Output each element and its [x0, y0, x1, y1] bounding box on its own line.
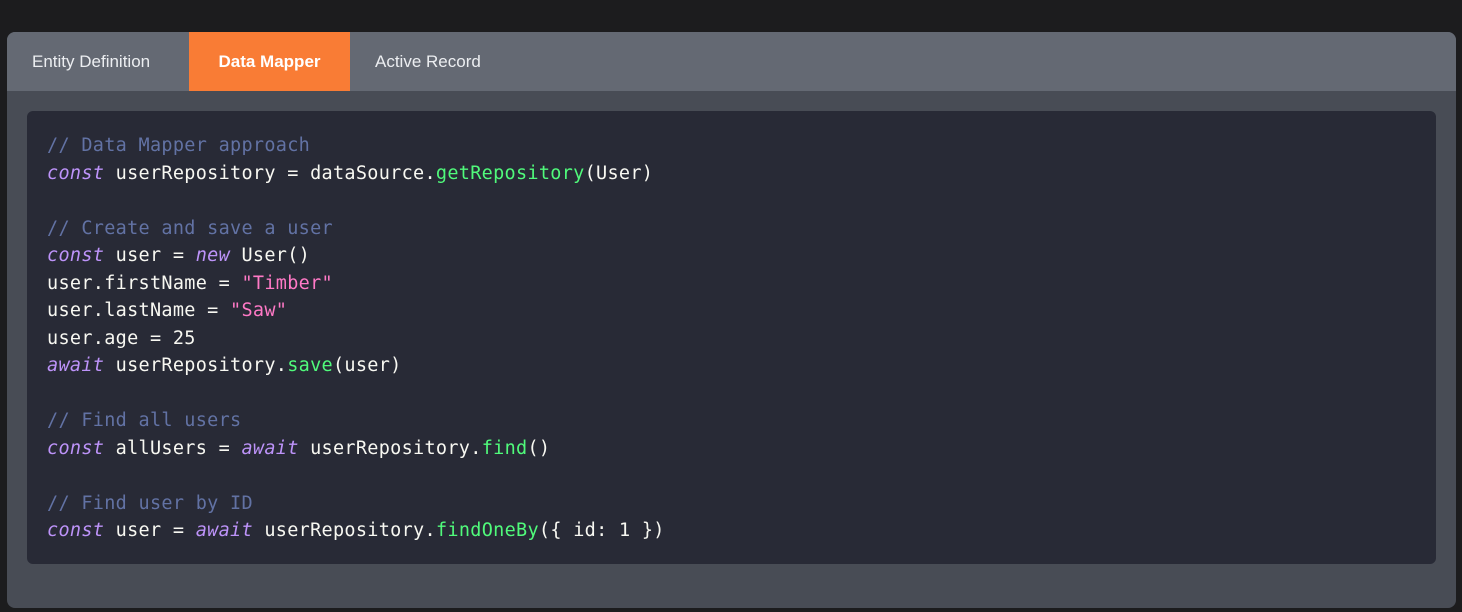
code-string: "Saw": [230, 300, 288, 321]
tab-data-mapper[interactable]: Data Mapper: [189, 32, 350, 91]
code-function: findOneBy: [435, 520, 539, 541]
code-text: user.lastName =: [47, 300, 231, 321]
code-function: save: [287, 355, 333, 376]
code-comment: // Create and save a user: [47, 217, 333, 239]
code-text: ({ id: 1 }): [538, 520, 665, 541]
code-keyword: const: [47, 520, 105, 541]
code-text: user =: [104, 245, 196, 266]
code-line: await userRepository.save(user): [47, 352, 1436, 380]
code-line: user.age = 25: [47, 325, 1436, 353]
code-function: find: [481, 437, 528, 459]
code-comment: // Data Mapper approach: [47, 135, 311, 156]
code-line: user.firstName = "Timber": [47, 270, 1436, 298]
code-text: allUsers =: [104, 437, 242, 459]
code-keyword: const: [47, 437, 105, 459]
tab-entity-definition[interactable]: Entity Definition: [7, 32, 189, 91]
code-keyword: await: [241, 437, 299, 459]
code-string: "Timber": [241, 272, 333, 294]
code-line: const allUsers = await userRepository.fi…: [47, 435, 1436, 463]
code-text: user =: [104, 520, 196, 541]
code-text: (): [527, 437, 551, 459]
code-line: // Find user by ID: [47, 490, 1436, 518]
code-text: (user): [332, 355, 402, 376]
tab-active-record[interactable]: Active Record: [350, 32, 481, 91]
code-text: user.firstName =: [47, 272, 242, 294]
code-keyword: await: [47, 355, 105, 376]
code-function: getRepository: [435, 162, 585, 184]
code-keyword: await: [195, 520, 253, 541]
code-line: const userRepository = dataSource.getRep…: [47, 160, 1436, 188]
code-keyword: new: [195, 245, 231, 266]
tab-bar: Entity Definition Data Mapper Active Rec…: [7, 32, 1456, 91]
code-block: // Data Mapper approach const userReposit…: [27, 111, 1436, 564]
code-line: // Create and save a user: [47, 215, 1436, 243]
code-text: userRepository.: [298, 437, 482, 459]
code-keyword: const: [47, 162, 105, 184]
code-comment: // Find all users: [47, 410, 242, 431]
code-line: // Data Mapper approach: [47, 132, 1436, 160]
code-text: userRepository = dataSource.: [104, 162, 436, 184]
code-text: user.age = 25: [47, 327, 196, 349]
code-line: user.lastName = "Saw": [47, 297, 1436, 325]
code-line: const user = new User(): [47, 242, 1436, 270]
code-line: // Find all users: [47, 407, 1436, 435]
code-comment: // Find user by ID: [47, 492, 253, 514]
code-text: User(): [230, 245, 311, 266]
code-example-panel: Entity Definition Data Mapper Active Rec…: [7, 32, 1456, 608]
code-text: userRepository.: [252, 520, 436, 541]
code-line: const user = await userRepository.findOn…: [47, 517, 1436, 545]
code-text: (User): [584, 162, 654, 184]
code-keyword: const: [47, 245, 105, 266]
code-text: userRepository.: [104, 355, 288, 376]
